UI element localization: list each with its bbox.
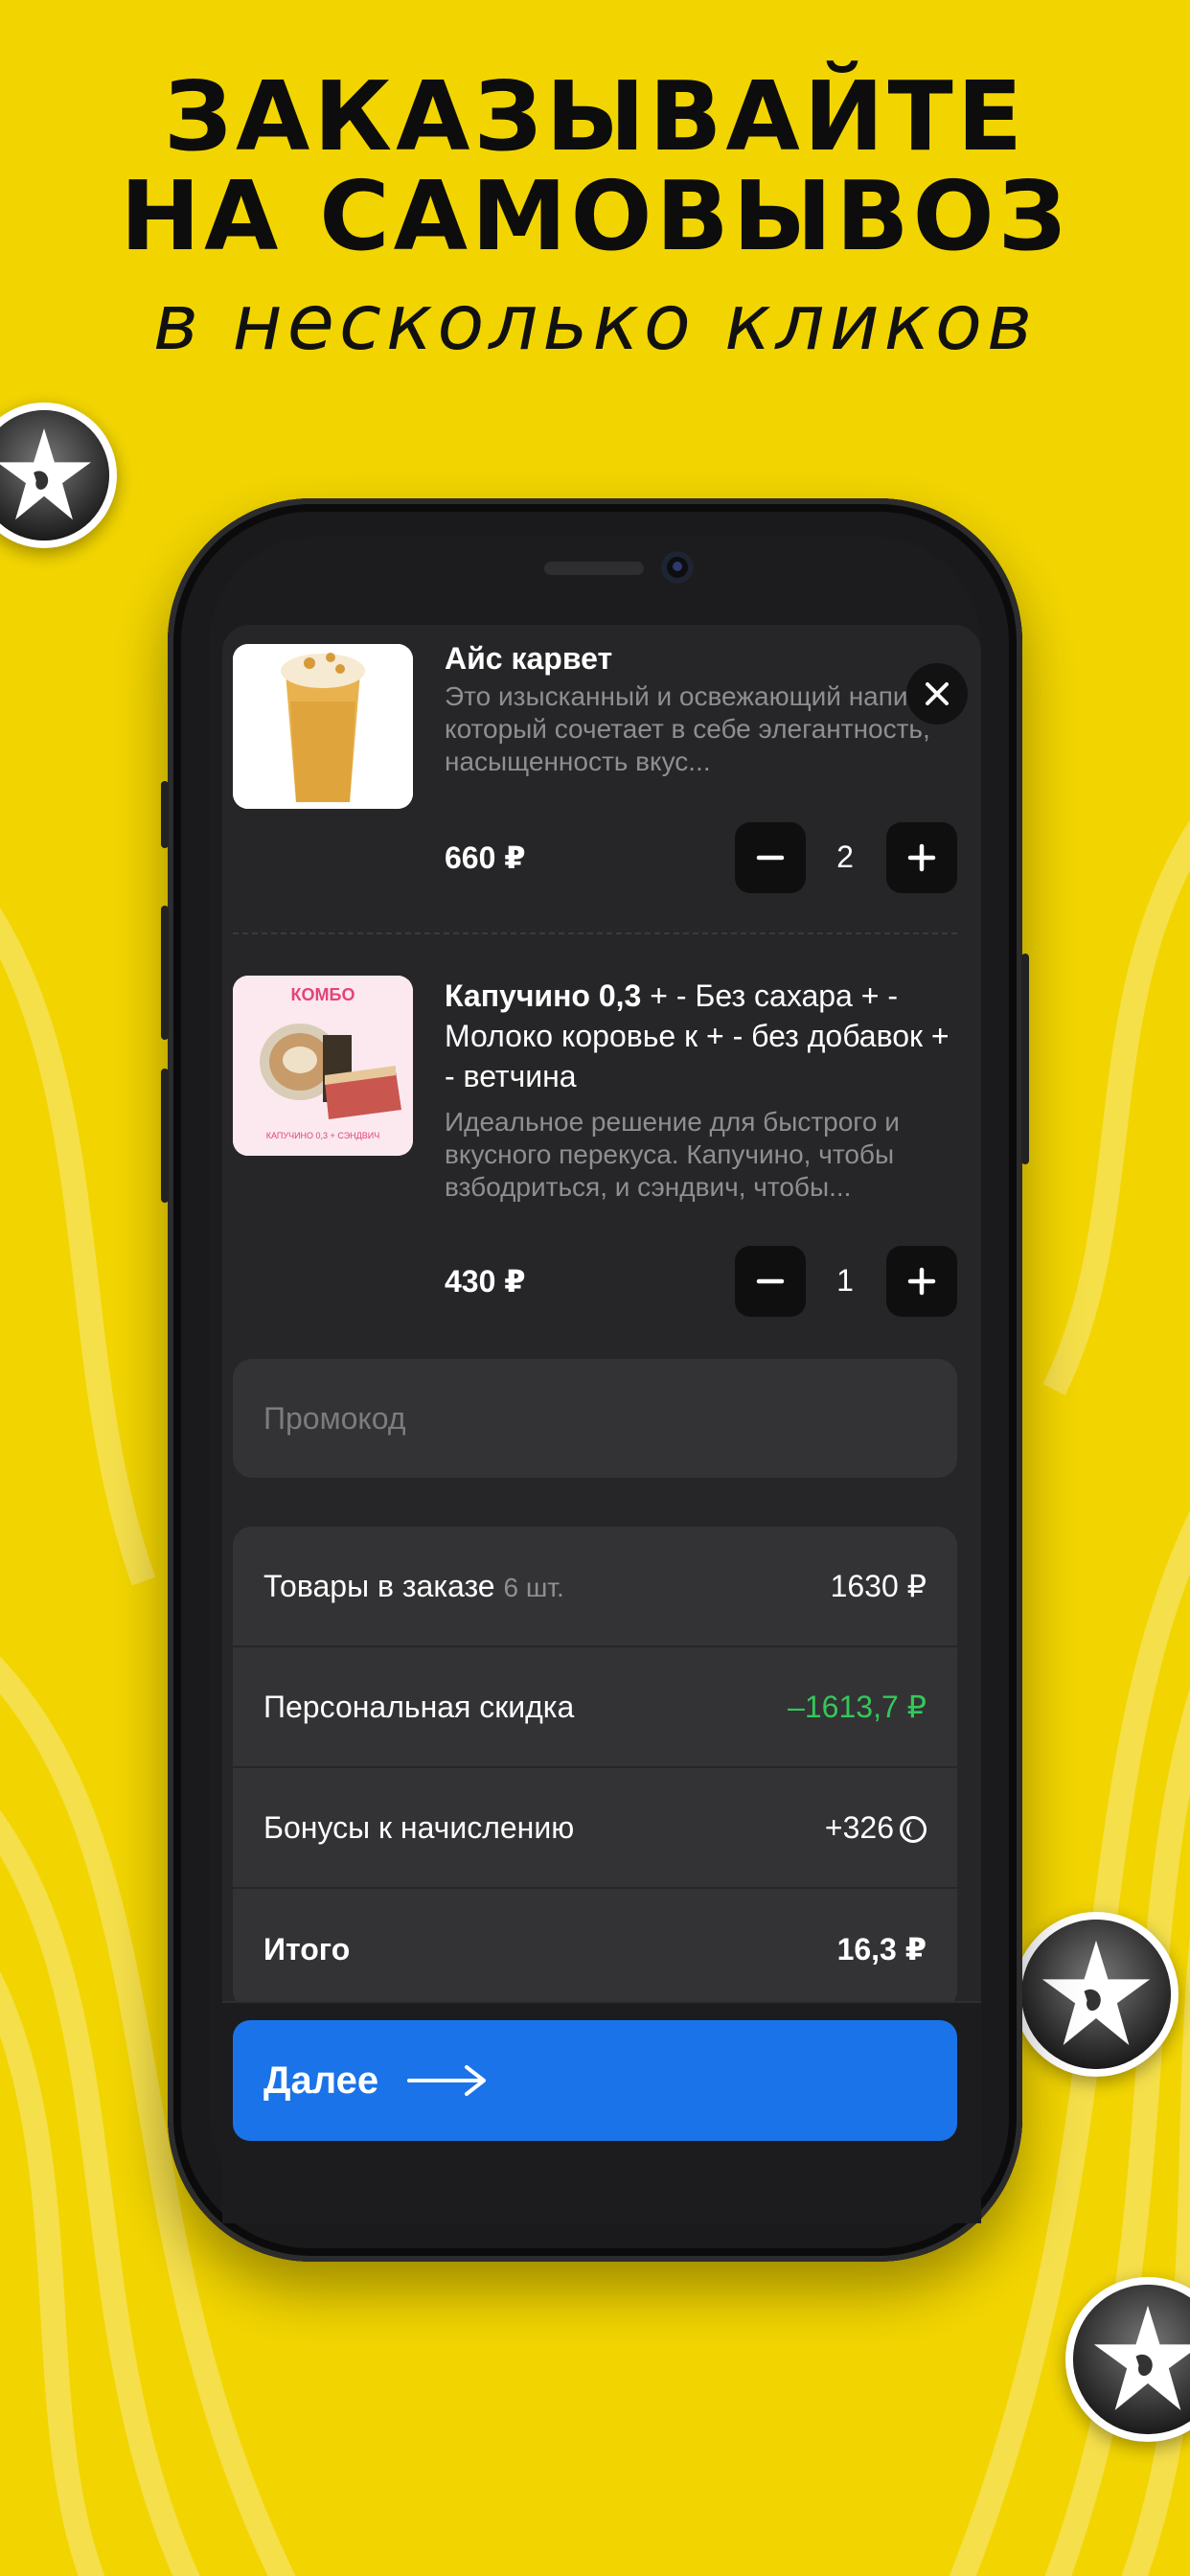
summary-discount-value: –1613,7 ₽ (788, 1690, 927, 1724)
summary-bonus-label: Бонусы к начислению (263, 1809, 575, 1845)
phone-side-button (161, 781, 169, 848)
close-button[interactable] (906, 663, 968, 724)
close-icon (926, 682, 949, 705)
summary-items-count: 6 шт. (503, 1572, 564, 1602)
summary-bonus-value: +326 (824, 1809, 894, 1845)
cart-item: КОМБО КАПУЧИНО 0,3 + СЭНДВИЧ Капучино 0,… (233, 976, 957, 1321)
item-divider (233, 932, 957, 934)
item-description: Идеальное решение для быстрого и вкусног… (445, 1107, 900, 1202)
summary-total-row: Итого 16,3 ₽ (233, 1889, 957, 2010)
combo-image: КОМБО КАПУЧИНО 0,3 + СЭНДВИЧ (233, 976, 413, 1156)
item-thumbnail[interactable] (233, 644, 413, 809)
brand-star-logo (1014, 1912, 1179, 2077)
item-name: Капучино 0,3 (445, 978, 642, 1013)
thumb-badge: КОМБО (291, 985, 355, 1004)
item-thumbnail[interactable]: КОМБО КАПУЧИНО 0,3 + СЭНДВИЧ (233, 976, 413, 1156)
summary-discount-label: Персональная скидка (263, 1689, 575, 1724)
summary-items-row: Товары в заказе 6 шт. 1630 ₽ (233, 1527, 957, 1647)
minus-icon (756, 1278, 785, 1284)
item-price: 660 ₽ (445, 840, 526, 875)
item-description: Это изысканный и освежающий напиток, кот… (445, 681, 954, 776)
summary-items-label-wrap: Товары в заказе 6 шт. (263, 1569, 564, 1604)
headline-line1: ЗАКАЗЫВАЙТЕ (163, 60, 1027, 172)
item-quantity: 2 (836, 840, 854, 874)
headline-line2: НА САМОВЫВОЗ (120, 160, 1070, 272)
phone-side-button (161, 1069, 169, 1203)
summary-bonus-value-wrap: +326 (825, 1810, 927, 1846)
next-button[interactable]: Далее (233, 2020, 957, 2141)
summary-items-value: 1630 ₽ (830, 1569, 927, 1603)
thumb-caption: КАПУЧИНО 0,3 + СЭНДВИЧ (266, 1131, 380, 1140)
minus-icon (756, 855, 785, 861)
item-name: Айс карвет (445, 641, 613, 676)
headline: ЗАКАЗЫВАЙТЕ НА САМОВЫВОЗ (0, 67, 1190, 266)
summary-items-label: Товары в заказе (263, 1568, 495, 1603)
decrease-quantity-button[interactable] (735, 822, 806, 893)
phone-side-button (1021, 954, 1029, 1164)
summary-total-value: 16,3 ₽ (836, 1932, 927, 1966)
summary-discount-row: Персональная скидка –1613,7 ₽ (233, 1647, 957, 1768)
increase-quantity-button[interactable] (886, 1246, 957, 1317)
summary-total-label: Итого (263, 1931, 351, 1966)
decrease-quantity-button[interactable] (735, 1246, 806, 1317)
item-price: 430 ₽ (445, 1264, 526, 1299)
phone-camera (661, 551, 694, 584)
order-summary: Товары в заказе 6 шт. 1630 ₽ Персональна… (233, 1527, 957, 2010)
item-title: Капучино 0,3 + - Без сахара + - Молоко к… (445, 976, 962, 1096)
next-button-label: Далее (263, 2058, 379, 2102)
iced-drink-image (233, 644, 413, 809)
arrow-right-icon (407, 2065, 487, 2096)
plus-icon (907, 843, 936, 872)
bonus-coin-icon (900, 1816, 927, 1844)
cart-item: Айс карвет Это изысканный и освежающий н… (233, 641, 957, 932)
promo-code-input[interactable]: Промокод (233, 1359, 957, 1478)
summary-bonus-row: Бонусы к начислению +326 (233, 1768, 957, 1889)
phone-speaker (544, 562, 644, 575)
plus-icon (907, 1267, 936, 1296)
subline: в несколько кликов (152, 278, 1038, 367)
phone-side-button (161, 906, 169, 1040)
item-title: Айс карвет (445, 638, 962, 678)
increase-quantity-button[interactable] (886, 822, 957, 893)
item-quantity: 1 (836, 1263, 854, 1298)
